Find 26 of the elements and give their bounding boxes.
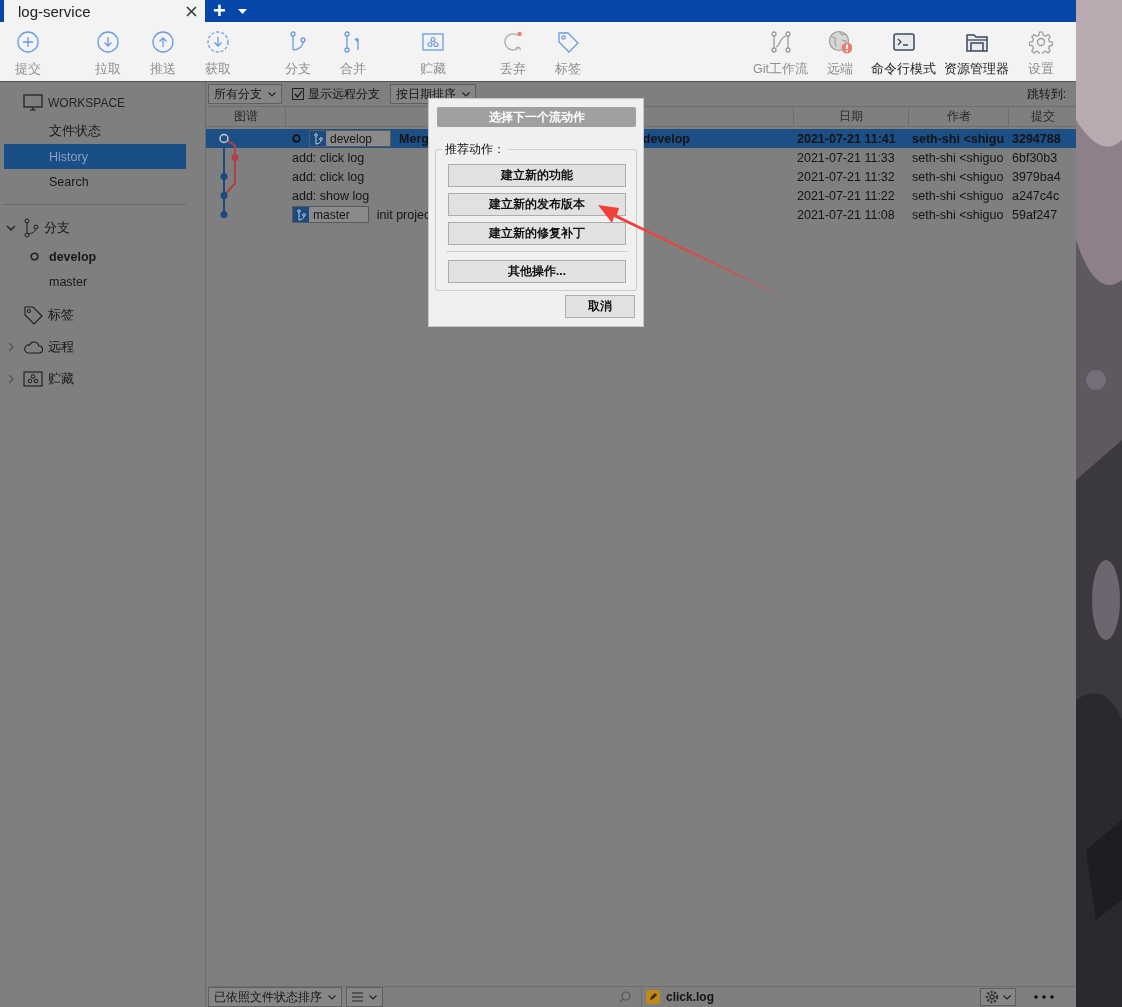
commit-hash: a247c4c [1011,188,1061,203]
jump-to-label: 跳转到: [1026,85,1066,103]
file-name: click.log [666,990,715,1004]
dialog-title: 选择下一个流动作 [437,107,636,127]
commit-author: seth-shi <shigu [911,131,1006,146]
commit-author: seth-shi <shiguo [911,188,1005,203]
commit-message: add: click log [292,150,365,165]
commit-message: Merg [399,131,429,146]
commit-date: 2021-07-21 11:22 [796,188,896,203]
commit-author: seth-shi <shiguo [911,169,1005,184]
commit-date: 2021-07-21 11:32 [796,169,896,184]
commit-hash: 3979ba4 [1011,169,1062,184]
commit-message: develop [642,131,690,146]
commit-hash: 3294788 [1011,131,1062,146]
commit-author: seth-shi <shiguo [911,207,1005,222]
commit-date: 2021-07-21 11:41 [796,131,897,146]
commit-date: 2021-07-21 11:08 [796,207,896,222]
checkbox-label: 显示远程分支 [308,85,380,103]
group-label: 推荐动作： [444,141,506,158]
commit-author: seth-shi <shiguo [911,150,1005,165]
commit-date: 2021-07-21 11:33 [796,150,896,165]
commit-message: add: show log [292,188,370,203]
commit-message: add: click log [292,169,365,184]
commit-hash: 6bf30b3 [1011,150,1059,165]
commit-hash: 59af247 [1011,207,1059,222]
tab-title: log-service [18,2,91,20]
